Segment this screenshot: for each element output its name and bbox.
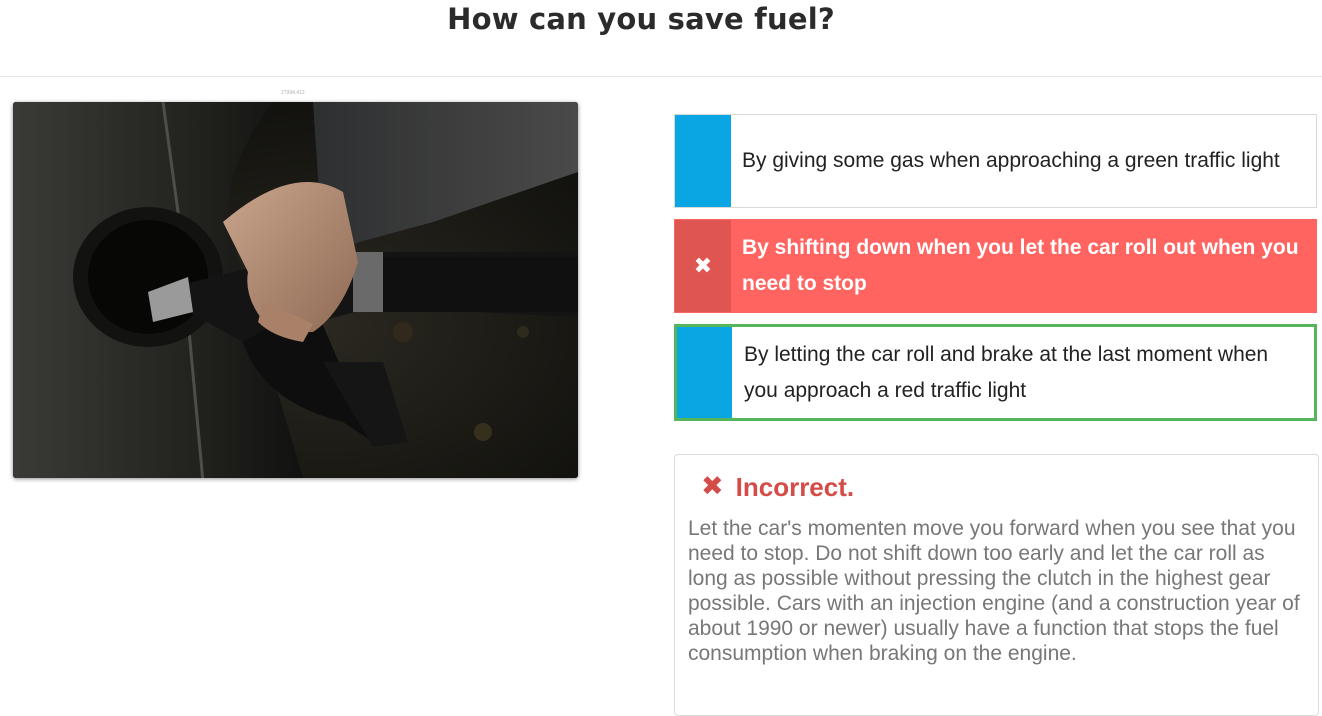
question-title: How can you save fuel? [447, 2, 835, 36]
option-label: By giving some gas when approaching a gr… [742, 149, 1280, 172]
question-image [13, 102, 578, 478]
answer-option-1[interactable]: By giving some gas when approaching a gr… [674, 114, 1317, 208]
option-label: By shifting down when you let the car ro… [742, 236, 1299, 295]
option-marker [677, 327, 732, 418]
feedback-title: Incorrect. [735, 472, 855, 502]
answer-option-3[interactable]: By letting the car roll and brake at the… [674, 324, 1317, 421]
option-marker [675, 115, 731, 207]
feedback-header: ✖ Incorrect. [701, 469, 854, 505]
feedback-text: Let the car's momenten move you forward … [688, 517, 1300, 665]
option-marker: ✖ [675, 220, 731, 312]
feedback-panel: ✖ Incorrect. Let the car's momenten move… [674, 454, 1319, 716]
option-label: By letting the car roll and brake at the… [744, 342, 1269, 402]
header: How can you save fuel? [0, 0, 1322, 77]
x-icon: ✖ [693, 253, 713, 279]
answer-option-2[interactable]: ✖ By shifting down when you let the car … [674, 219, 1317, 313]
x-icon: ✖ [701, 471, 724, 502]
image-caption: 27994.412 [281, 90, 305, 96]
